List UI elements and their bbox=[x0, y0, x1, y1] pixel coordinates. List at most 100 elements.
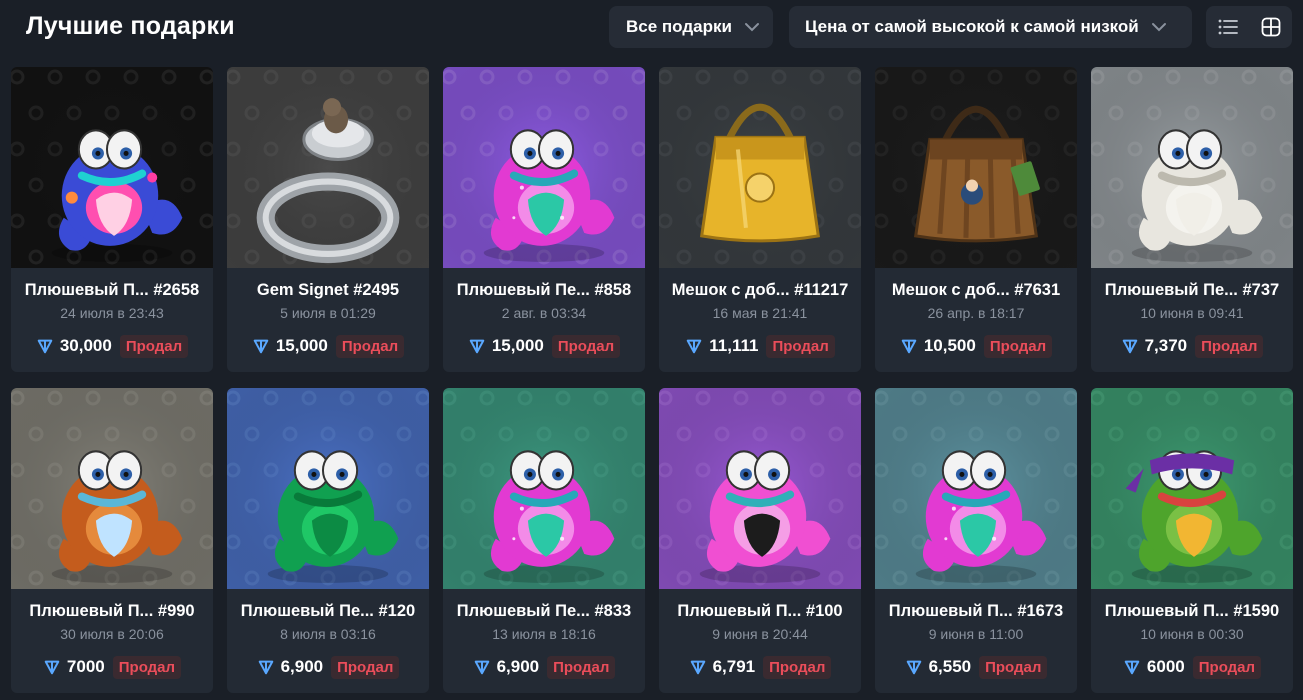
sale-date: 16 мая в 21:41 bbox=[712, 305, 808, 321]
gift-title: Плюшевый Пе... #833 bbox=[443, 602, 645, 621]
gift-number: #120 bbox=[378, 602, 416, 620]
gift-image bbox=[11, 388, 213, 589]
gift-card[interactable]: Плюшевый П... #2658 24 июля в 23:43 30,0… bbox=[11, 67, 213, 372]
sold-badge: Продал bbox=[763, 655, 832, 679]
gift-card[interactable]: Плюшевый П... #1590 10 июня в 00:30 6000… bbox=[1091, 388, 1293, 693]
gift-filter-dropdown[interactable]: Все подарки bbox=[609, 6, 773, 48]
price: 15,000 bbox=[491, 336, 544, 355]
gift-title: Плюшевый П... #1673 bbox=[875, 602, 1077, 621]
gift-number: #1590 bbox=[1233, 602, 1280, 620]
price-row: 15,000 Продал bbox=[227, 333, 429, 359]
price-row: 6,550 Продал bbox=[875, 654, 1077, 680]
sold-badge: Продал bbox=[551, 334, 621, 358]
gift-name: Плюшевый П... bbox=[677, 602, 802, 620]
ton-icon bbox=[690, 660, 705, 675]
price-row: 30,000 Продал bbox=[11, 333, 213, 359]
sold-badge: Продал bbox=[979, 655, 1048, 679]
price: 6,900 bbox=[280, 657, 324, 676]
gift-card[interactable]: Плюшевый Пе... #833 13 июля в 18:16 6,90… bbox=[443, 388, 645, 693]
gift-name: Плюшевый П... bbox=[24, 281, 149, 299]
sold-badge: Продал bbox=[331, 655, 400, 679]
ton-icon bbox=[901, 339, 917, 354]
gift-title: Плюшевый Пе... #120 bbox=[227, 602, 429, 621]
gift-card[interactable]: Мешок с доб... #11217 16 мая в 21:41 11,… bbox=[659, 67, 861, 372]
sort-label: Цена от самой высокой к самой низкой bbox=[805, 17, 1139, 36]
sold-badge: Продал bbox=[335, 334, 405, 358]
price: 7,370 bbox=[1144, 336, 1188, 355]
gift-name: Мешок с доб... bbox=[891, 281, 1010, 299]
price-row: 6000 Продал bbox=[1091, 654, 1293, 680]
gift-number: #1673 bbox=[1017, 602, 1064, 620]
sale-date: 26 апр. в 18:17 bbox=[927, 305, 1025, 321]
gift-number: #2495 bbox=[353, 281, 400, 299]
ton-icon bbox=[44, 660, 60, 675]
gift-image bbox=[659, 388, 861, 589]
price-row: 6,791 Продал bbox=[659, 654, 861, 680]
gift-title: Мешок с доб... #7631 bbox=[875, 281, 1077, 300]
gift-card[interactable]: Плюшевый Пе... #120 8 июля в 03:16 6,900… bbox=[227, 388, 429, 693]
gift-title: Плюшевый П... #990 bbox=[11, 602, 213, 621]
sale-date: 13 июля в 18:16 bbox=[492, 626, 596, 642]
sold-badge: Продал bbox=[119, 334, 189, 358]
sort-dropdown[interactable]: Цена от самой высокой к самой низкой bbox=[789, 6, 1192, 48]
gift-card[interactable]: Плюшевый П... #990 30 июля в 20:06 7000 … bbox=[11, 388, 213, 693]
price: 6,550 bbox=[928, 657, 972, 676]
gift-name: Плюшевый Пе... bbox=[456, 281, 590, 299]
sold-badge: Продал bbox=[112, 655, 182, 679]
ton-icon bbox=[258, 660, 273, 675]
ton-icon bbox=[37, 339, 53, 354]
chevron-down-icon bbox=[1151, 23, 1166, 32]
page-title: Лучшие подарки bbox=[26, 12, 235, 40]
gift-card[interactable]: Мешок с доб... #7631 26 апр. в 18:17 10,… bbox=[875, 67, 1077, 372]
price-row: 11,111 Продал bbox=[659, 333, 861, 359]
price: 7000 bbox=[66, 657, 105, 676]
ton-icon bbox=[906, 660, 921, 675]
gift-image bbox=[443, 67, 645, 268]
ton-icon bbox=[1122, 339, 1137, 354]
gift-name: Мешок с доб... bbox=[671, 281, 790, 299]
sale-date: 30 июля в 20:06 bbox=[60, 626, 164, 642]
sold-badge: Продал bbox=[547, 655, 616, 679]
list-view-button[interactable] bbox=[1206, 6, 1249, 48]
price-row: 7,370 Продал bbox=[1091, 333, 1293, 359]
gift-image bbox=[875, 388, 1077, 589]
gift-title: Плюшевый П... #1590 bbox=[1091, 602, 1293, 621]
sold-badge: Продал bbox=[766, 334, 835, 358]
price: 6000 bbox=[1146, 657, 1185, 676]
price-row: 6,900 Продал bbox=[227, 654, 429, 680]
ton-icon bbox=[253, 339, 269, 354]
gift-number: #2658 bbox=[153, 281, 200, 299]
sale-date: 24 июля в 23:43 bbox=[60, 305, 164, 321]
gift-number: #858 bbox=[594, 281, 632, 299]
price: 15,000 bbox=[275, 336, 328, 355]
gift-card[interactable]: Плюшевый П... #1673 9 июня в 11:00 6,550… bbox=[875, 388, 1077, 693]
gift-title: Плюшевый П... #100 bbox=[659, 602, 861, 621]
sold-badge: Продал bbox=[1192, 655, 1262, 679]
grid-view-button[interactable] bbox=[1249, 6, 1292, 48]
gift-name: Плюшевый Пе... bbox=[1104, 281, 1238, 299]
chevron-down-icon bbox=[744, 23, 759, 32]
gift-card[interactable]: Gem Signet #2495 5 июля в 01:29 15,000 П… bbox=[227, 67, 429, 372]
gift-card[interactable]: Плюшевый П... #100 9 июня в 20:44 6,791 … bbox=[659, 388, 861, 693]
gift-title: Мешок с доб... #11217 bbox=[659, 281, 861, 300]
price: 6,791 bbox=[712, 657, 756, 676]
sold-badge: Продал bbox=[983, 334, 1053, 358]
gift-number: #100 bbox=[805, 602, 843, 620]
gift-name: Gem Signet bbox=[256, 281, 349, 299]
gift-image bbox=[875, 67, 1077, 268]
gift-name: Плюшевый П... bbox=[29, 602, 154, 620]
price-row: 7000 Продал bbox=[11, 654, 213, 680]
header: Лучшие подарки Все подарки Цена от самой… bbox=[0, 0, 1303, 60]
gift-name: Плюшевый П... bbox=[888, 602, 1013, 620]
sale-date: 9 июня в 20:44 bbox=[712, 626, 808, 642]
view-toggle bbox=[1206, 6, 1292, 48]
gift-image bbox=[227, 388, 429, 589]
sale-date: 8 июля в 03:16 bbox=[280, 626, 376, 642]
gift-card[interactable]: Плюшевый Пе... #737 10 июня в 09:41 7,37… bbox=[1091, 67, 1293, 372]
gift-card[interactable]: Плюшевый Пе... #858 2 авг. в 03:34 15,00… bbox=[443, 67, 645, 372]
gift-name: Плюшевый Пе... bbox=[240, 602, 374, 620]
gift-number: #833 bbox=[594, 602, 632, 620]
sale-date: 5 июля в 01:29 bbox=[280, 305, 376, 321]
gift-image bbox=[11, 67, 213, 268]
sale-date: 2 авг. в 03:34 bbox=[501, 305, 587, 321]
